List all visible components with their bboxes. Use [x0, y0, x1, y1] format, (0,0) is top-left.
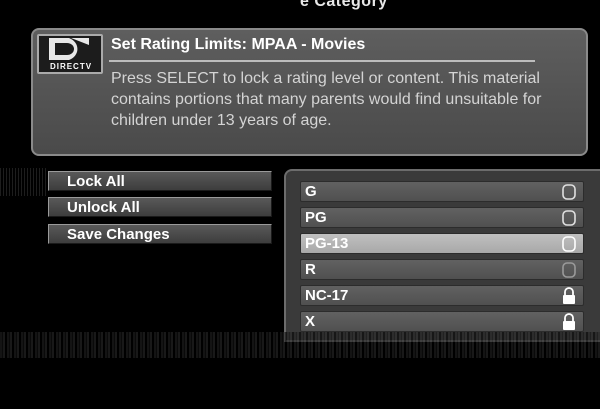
rating-label: G	[305, 183, 317, 200]
lock-open-icon	[562, 262, 576, 278]
rating-label: R	[305, 261, 316, 278]
rating-row-pg[interactable]: PG	[300, 207, 584, 228]
logo-text: DIRECTV	[49, 62, 93, 71]
rating-row-g[interactable]: G	[300, 181, 584, 202]
signal-noise-left	[0, 168, 48, 196]
rating-label: X	[305, 313, 316, 330]
lock-open-icon	[562, 210, 576, 226]
save-changes-button[interactable]: Save Changes	[48, 224, 272, 244]
page-title: Set Rating Limits: MPAA - Movies	[111, 36, 366, 53]
unlock-all-button[interactable]: Unlock All	[48, 197, 272, 217]
lock-open-icon	[562, 184, 576, 200]
title-divider	[109, 60, 535, 62]
rating-row-r[interactable]: R	[300, 259, 584, 280]
lock-closed-icon	[563, 313, 575, 330]
rating-row-nc-17[interactable]: NC-17	[300, 285, 584, 306]
header-panel: DIRECTV Set Rating Limits: MPAA - Movies…	[31, 28, 588, 156]
help-description: Press SELECT to lock a rating level or c…	[111, 70, 542, 129]
directv-logo-icon	[49, 38, 89, 60]
signal-noise-band	[0, 332, 600, 358]
lock-closed-icon	[563, 287, 575, 304]
directv-logo: DIRECTV	[37, 34, 103, 74]
lock-all-button[interactable]: Lock All	[48, 171, 272, 191]
rating-row-pg-13[interactable]: PG-13	[300, 233, 584, 254]
rating-list: G PG PG-13 R NC-17 X	[284, 169, 600, 342]
rating-label: NC-17	[305, 287, 349, 304]
lock-open-icon	[562, 236, 576, 252]
top-title-fragment: e Category	[300, 0, 388, 10]
rating-label: PG-13	[305, 235, 349, 252]
rating-row-x[interactable]: X	[300, 311, 584, 332]
rating-label: PG	[305, 209, 327, 226]
